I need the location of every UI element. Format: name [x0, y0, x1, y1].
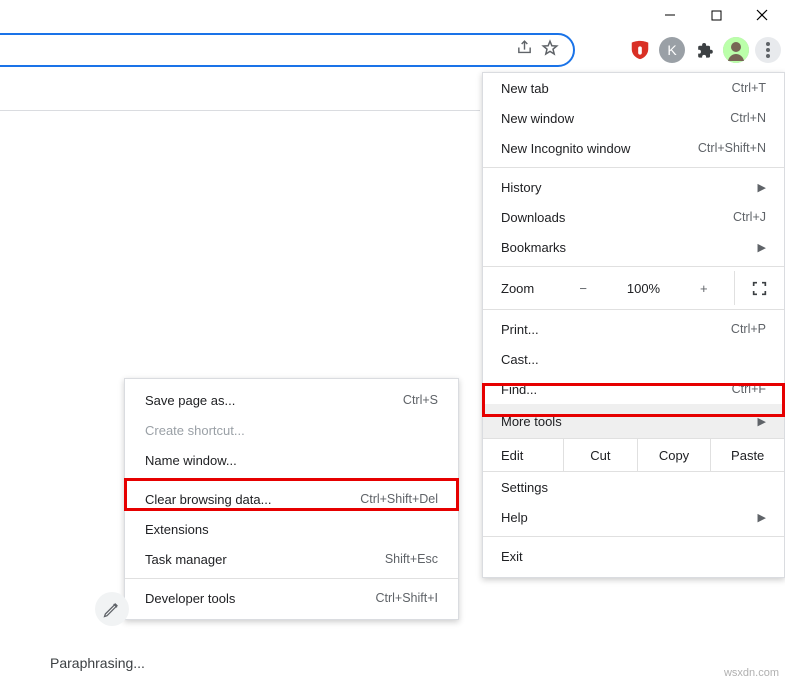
menu-item-settings[interactable]: Settings — [483, 472, 784, 502]
menu-item-print[interactable]: Print... Ctrl+P — [483, 314, 784, 344]
submenu-item-task-manager[interactable]: Task manager Shift+Esc — [125, 544, 458, 574]
menu-separator — [483, 266, 784, 267]
menu-separator — [125, 578, 458, 579]
menu-item-bookmarks[interactable]: Bookmarks ▶ — [483, 232, 784, 262]
chevron-right-icon: ▶ — [686, 511, 766, 524]
menu-item-find[interactable]: Find... Ctrl+F — [483, 374, 784, 404]
submenu-item-save-page[interactable]: Save page as... Ctrl+S — [125, 385, 458, 415]
edit-copy-button[interactable]: Copy — [637, 439, 711, 471]
submenu-item-developer-tools[interactable]: Developer tools Ctrl+Shift+I — [125, 583, 458, 613]
window-maximize-button[interactable] — [693, 0, 739, 30]
menu-item-new-tab[interactable]: New tab Ctrl+T — [483, 73, 784, 103]
chrome-overflow-menu: New tab Ctrl+T New window Ctrl+N New Inc… — [482, 72, 785, 578]
menu-separator — [483, 309, 784, 310]
zoom-out-button[interactable]: − — [553, 281, 613, 296]
submenu-item-clear-browsing-data[interactable]: Clear browsing data... Ctrl+Shift+Del — [125, 484, 458, 514]
extension-k-icon[interactable]: K — [659, 37, 685, 63]
fullscreen-button[interactable] — [734, 271, 784, 305]
menu-item-cast[interactable]: Cast... — [483, 344, 784, 374]
menu-item-edit: Edit Cut Copy Paste — [483, 438, 784, 472]
window-close-button[interactable] — [739, 0, 785, 30]
menu-item-history[interactable]: History ▶ — [483, 172, 784, 202]
status-text: Paraphrasing... — [50, 655, 145, 671]
menu-item-downloads[interactable]: Downloads Ctrl+J — [483, 202, 784, 232]
share-icon[interactable] — [511, 39, 537, 61]
zoom-in-button[interactable]: + — [674, 281, 734, 296]
menu-separator — [483, 167, 784, 168]
extension-ublock-icon[interactable] — [627, 37, 653, 63]
menu-label: New tab — [501, 81, 686, 96]
extensions-button-icon[interactable] — [691, 37, 717, 63]
more-tools-submenu: Save page as... Ctrl+S Create shortcut..… — [124, 378, 459, 620]
submenu-item-name-window[interactable]: Name window... — [125, 445, 458, 475]
chevron-right-icon: ▶ — [686, 181, 766, 194]
menu-item-incognito[interactable]: New Incognito window Ctrl+Shift+N — [483, 133, 784, 163]
submenu-item-extensions[interactable]: Extensions — [125, 514, 458, 544]
menu-item-help[interactable]: Help ▶ — [483, 502, 784, 532]
menu-item-new-window[interactable]: New window Ctrl+N — [483, 103, 784, 133]
menu-item-more-tools[interactable]: More tools ▶ — [483, 404, 784, 438]
watermark-text: wsxdn.com — [724, 667, 779, 679]
window-minimize-button[interactable] — [647, 0, 693, 30]
submenu-item-create-shortcut: Create shortcut... — [125, 415, 458, 445]
pen-icon[interactable] — [95, 592, 129, 626]
menu-item-zoom: Zoom − 100% + — [483, 271, 784, 305]
chevron-right-icon: ▶ — [686, 241, 766, 254]
profile-avatar[interactable] — [723, 37, 749, 63]
chrome-menu-button[interactable] — [755, 37, 781, 63]
address-bar[interactable] — [0, 33, 575, 67]
star-icon[interactable] — [537, 39, 563, 62]
edit-paste-button[interactable]: Paste — [710, 439, 784, 471]
menu-shortcut: Ctrl+T — [686, 81, 766, 95]
edit-cut-button[interactable]: Cut — [563, 439, 637, 471]
menu-separator — [125, 479, 458, 480]
menu-separator — [483, 536, 784, 537]
chevron-right-icon: ▶ — [686, 415, 766, 428]
content-separator — [0, 110, 480, 111]
zoom-value: 100% — [613, 281, 673, 296]
menu-item-exit[interactable]: Exit — [483, 541, 784, 571]
